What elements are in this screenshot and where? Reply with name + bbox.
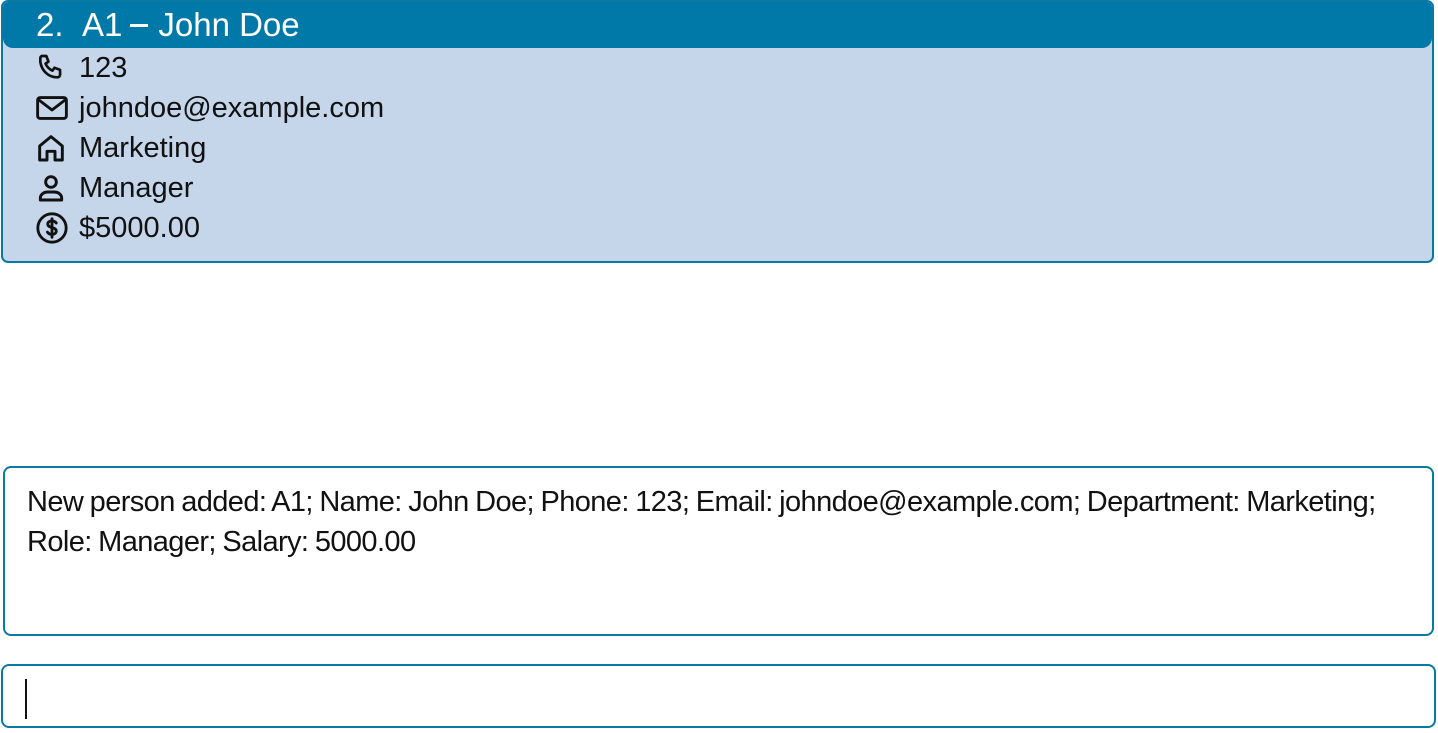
home-icon	[35, 131, 71, 165]
phone-icon	[35, 51, 71, 85]
salary-value: $5000.00	[79, 211, 200, 244]
department-value: Marketing	[79, 131, 207, 164]
person-name: John Doe	[158, 6, 300, 43]
result-message: New person added: A1; Name: John Doe; Ph…	[27, 486, 1376, 558]
text-cursor	[25, 679, 27, 719]
id-name-separator	[130, 23, 149, 27]
result-display[interactable]: New person added: A1; Name: John Doe; Ph…	[3, 466, 1434, 636]
person-card-header: 2. A1 John Doe	[3, 2, 1432, 48]
role-row: Manager	[35, 171, 193, 205]
command-box[interactable]	[1, 664, 1436, 728]
mail-icon	[35, 91, 71, 125]
role-value: Manager	[79, 171, 194, 204]
phone-value: 123	[79, 51, 128, 84]
person-index: 2.	[36, 6, 64, 43]
person-card[interactable]: 2. A1 John Doe 123 johndoe@example.com M…	[1, 0, 1434, 263]
person-icon	[35, 171, 71, 205]
dollar-circle-icon	[35, 211, 71, 245]
email-row: johndoe@example.com	[35, 91, 384, 125]
person-id: A1	[82, 6, 123, 43]
department-row: Marketing	[35, 131, 206, 165]
salary-row: $5000.00	[35, 211, 200, 245]
email-value: johndoe@example.com	[79, 91, 385, 124]
phone-row: 123	[35, 51, 127, 85]
command-input[interactable]	[23, 666, 1434, 726]
